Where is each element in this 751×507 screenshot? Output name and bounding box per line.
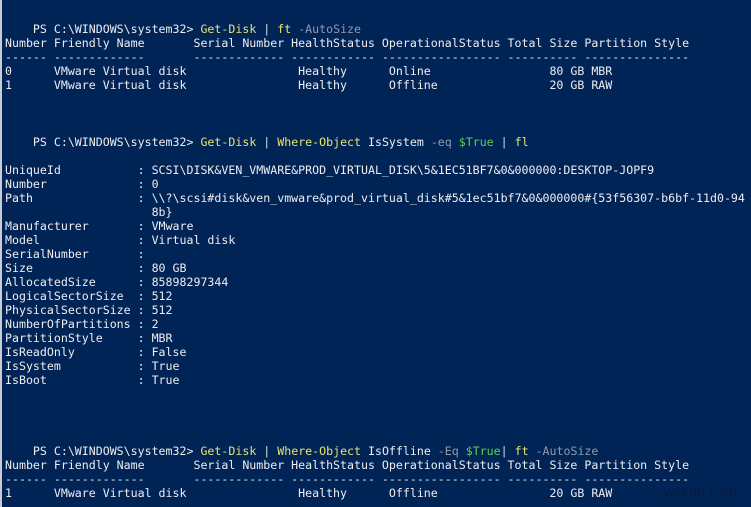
- command-token-cmd: fl: [514, 135, 529, 149]
- table1-row: 0 VMware Virtual disk Healthy Online 80 …: [5, 64, 613, 78]
- command-token-pipe: |: [256, 444, 278, 458]
- watermark: wsxdn.com: [663, 486, 738, 501]
- command-token-cmd: ft: [277, 22, 292, 36]
- property-line: Number : 0: [5, 177, 159, 191]
- command-1: Get-Disk | ft -AutoSize: [200, 22, 361, 36]
- table2-header: Number Friendly Name Serial Number Healt…: [5, 458, 690, 472]
- table2-separator: ------ ------------- ------------- -----…: [5, 472, 690, 486]
- command-token-param: -Eq: [437, 444, 459, 458]
- prompt-line-3: PS C:\WINDOWS\system32> Get-Disk | Where…: [5, 430, 598, 458]
- property-line: LogicalSectorSize : 512: [5, 289, 173, 303]
- command-token-cmd: Where-Object: [277, 444, 362, 458]
- command-token-pipe: |: [256, 135, 278, 149]
- prompt-line-1: PS C:\WINDOWS\system32> Get-Disk | ft -A…: [5, 8, 361, 36]
- command-token-arg: IsOffline: [361, 444, 438, 458]
- prompt: PS C:\WINDOWS\system32>: [32, 22, 201, 36]
- command-token-cmd: ft: [514, 444, 529, 458]
- command-token-arg: [452, 135, 459, 149]
- property-line: PhysicalSectorSize : 512: [5, 303, 173, 317]
- command-token-var: $True: [458, 135, 494, 149]
- command-3: Get-Disk | Where-Object IsOffline -Eq $T…: [200, 444, 598, 458]
- property-line: IsSystem : True: [5, 359, 180, 373]
- property-line: NumberOfPartitions : 2: [5, 317, 159, 331]
- command-token-param: -AutoSize: [291, 22, 362, 36]
- table1-header: Number Friendly Name Serial Number Healt…: [5, 36, 690, 50]
- property-line: 8b}: [5, 205, 173, 219]
- command-2: Get-Disk | Where-Object IsSystem -eq $Tr…: [200, 135, 528, 149]
- command-token-cmd: Get-Disk: [200, 444, 257, 458]
- command-token-var: $True: [465, 444, 501, 458]
- command-token-param: -AutoSize: [528, 444, 599, 458]
- command-token-arg: [459, 444, 466, 458]
- table2-row: 1 VMware Virtual disk Healthy Offline 20…: [5, 486, 613, 500]
- prompt: PS C:\WINDOWS\system32>: [32, 444, 201, 458]
- command-token-pipe: |: [493, 135, 515, 149]
- prompt: PS C:\WINDOWS\system32>: [32, 135, 201, 149]
- property-line: Model : Virtual disk: [5, 233, 236, 247]
- property-line: IsReadOnly : False: [5, 345, 187, 359]
- property-line: SerialNumber :: [5, 247, 145, 261]
- property-line: Manufacturer : VMware: [5, 219, 194, 233]
- prompt-line-2: PS C:\WINDOWS\system32> Get-Disk | Where…: [5, 121, 529, 149]
- property-line: UniqueId : SCSI\DISK&VEN_VMWARE&PROD_VIR…: [5, 163, 655, 177]
- powershell-console[interactable]: PS C:\WINDOWS\system32> Get-Disk | ft -A…: [0, 0, 751, 507]
- command-token-cmd: Get-Disk: [200, 22, 257, 36]
- table1-row: 1 VMware Virtual disk Healthy Offline 20…: [5, 78, 613, 92]
- command-token-pipe: |: [500, 444, 515, 458]
- command-token-cmd: Where-Object: [277, 135, 362, 149]
- property-line: Path : \\?\scsi#disk&ven_vmware&prod_vir…: [5, 191, 745, 205]
- command-token-arg: IsSystem: [361, 135, 431, 149]
- command-token-param: -eq: [430, 135, 452, 149]
- command-token-pipe: |: [256, 22, 278, 36]
- property-line: IsBoot : True: [5, 373, 180, 387]
- property-line: Size : 80 GB: [5, 261, 187, 275]
- property-line: AllocatedSize : 85898297344: [5, 275, 229, 289]
- property-line: PartitionStyle : MBR: [5, 331, 173, 345]
- command-token-cmd: Get-Disk: [200, 135, 257, 149]
- table1-separator: ------ ------------- ------------- -----…: [5, 50, 690, 64]
